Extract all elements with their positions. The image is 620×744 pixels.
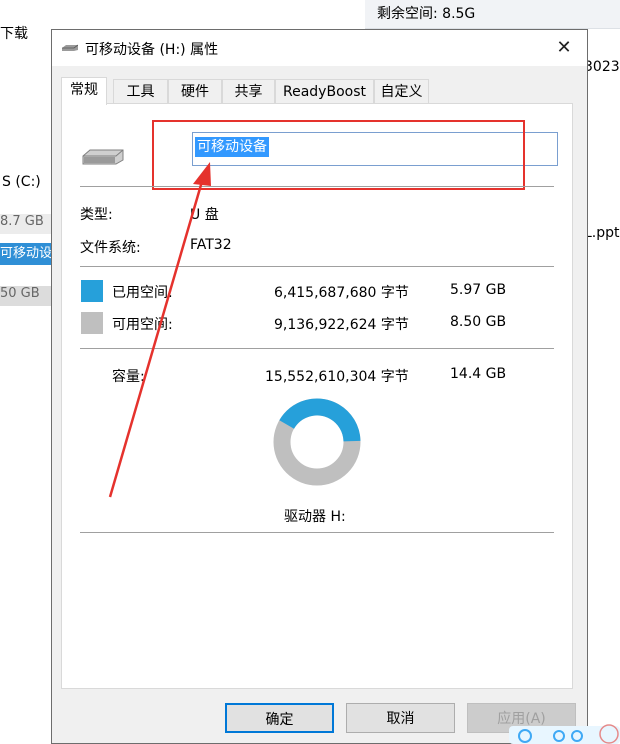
usage-donut-chart xyxy=(273,398,361,486)
free-space-swatch xyxy=(81,312,103,334)
used-space-label: 已用空间: xyxy=(112,285,173,301)
filesystem-value: FAT32 xyxy=(190,237,232,253)
divider-3 xyxy=(80,348,554,349)
general-panel: 可移动设备 类型: U 盘 文件系统: FAT32 已用空间: 6,415,68… xyxy=(61,103,573,689)
tab-general[interactable]: 常规 xyxy=(61,77,107,105)
corner-decoration xyxy=(509,724,620,744)
drive-c-size: 8.7 GB xyxy=(0,214,52,234)
free-space-text: 剩余空间: 8.5G xyxy=(377,6,476,22)
properties-dialog: 可移动设备 (H:) 属性 ✕ 常规 工具 硬件 共享 ReadyBoost 自… xyxy=(51,29,588,744)
removable-drive-item[interactable]: 可移动设备 xyxy=(0,243,52,265)
free-space-bytes: 9,136,922,624 字节 xyxy=(274,317,409,333)
drive-icon xyxy=(62,44,78,51)
tab-hardware[interactable]: 硬件 xyxy=(168,79,222,103)
free-space-label: 可用空间: xyxy=(112,317,173,333)
ppt-file-fragment[interactable]: Ĺ.ppt xyxy=(584,225,620,241)
download-fragment: 下载 xyxy=(0,26,28,42)
close-button[interactable]: ✕ xyxy=(541,30,587,66)
free-space-size: 8.50 GB xyxy=(450,314,507,330)
usb-drive-icon xyxy=(82,149,124,165)
dialog-title: 可移动设备 (H:) 属性 xyxy=(85,42,219,58)
drive-c-label[interactable]: S (C:) xyxy=(2,174,41,190)
number-fragment: 3023C xyxy=(584,59,620,75)
filesystem-label: 文件系统: xyxy=(80,240,141,256)
tab-sharing[interactable]: 共享 xyxy=(222,79,275,103)
tab-customize[interactable]: 自定义 xyxy=(374,79,429,103)
removable-drive-size: 50 GB xyxy=(0,286,52,306)
used-space-bytes: 6,415,687,680 字节 xyxy=(274,285,409,301)
tab-tools[interactable]: 工具 xyxy=(113,79,168,103)
type-value: U 盘 xyxy=(190,207,219,223)
cancel-button[interactable]: 取消 xyxy=(346,703,455,733)
annotation-highlight-box xyxy=(152,120,525,190)
capacity-size: 14.4 GB xyxy=(450,366,507,382)
used-space-size: 5.97 GB xyxy=(450,282,507,298)
ok-button[interactable]: 确定 xyxy=(225,703,334,733)
divider-2 xyxy=(80,266,554,267)
divider-4 xyxy=(80,532,554,533)
title-bar[interactable]: 可移动设备 (H:) 属性 ✕ xyxy=(52,30,587,66)
drive-caption: 驱动器 H: xyxy=(284,509,346,525)
divider-1 xyxy=(80,186,554,187)
capacity-label: 容量: xyxy=(112,369,145,385)
type-label: 类型: xyxy=(80,207,113,223)
tab-readyboost[interactable]: ReadyBoost xyxy=(275,79,374,103)
capacity-bytes: 15,552,610,304 字节 xyxy=(265,369,409,385)
used-space-swatch xyxy=(81,280,103,302)
